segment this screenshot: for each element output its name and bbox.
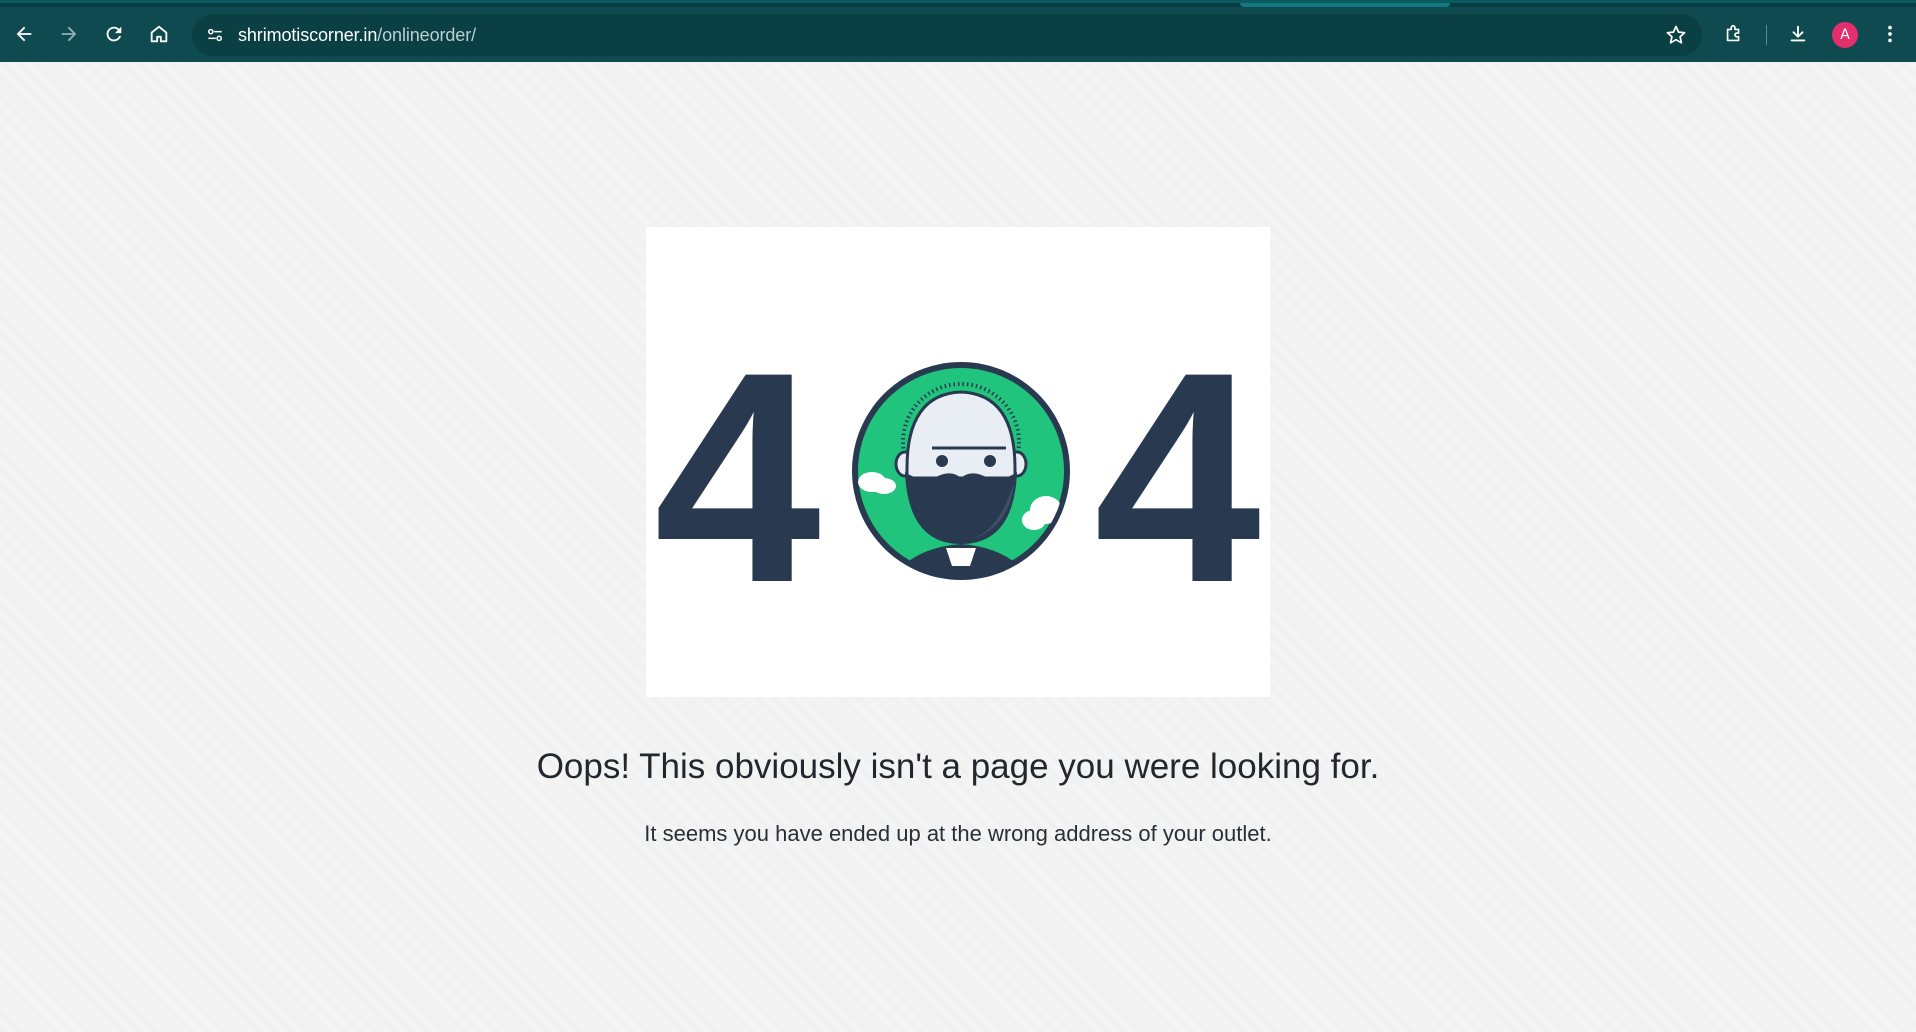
url-domain: shrimotiscorner.in [238,25,378,45]
download-icon [1790,25,1806,42]
browser-toolbar: shrimotiscorner.in/onlineorder/ A [0,0,1916,62]
more-menu-button[interactable] [1872,16,1908,52]
site-info-icon [208,28,222,42]
tab-strip [0,3,1916,7]
reload-button[interactable] [96,16,132,52]
profile-avatar[interactable]: A [1832,22,1858,48]
more-menu-icon [1888,25,1892,43]
downloads-button[interactable] [1780,16,1816,52]
bookmark-star-icon[interactable] [1664,23,1688,47]
address-bar[interactable]: shrimotiscorner.in/onlineorder/ [192,14,1702,56]
digit-four-left: 4 [654,309,821,645]
site-info-button[interactable] [200,20,230,50]
extensions-button[interactable] [1716,16,1752,52]
active-tab-indicator[interactable] [1240,3,1450,7]
error-illustration: 4 4 [646,227,1270,697]
extensions-icon [1726,24,1740,42]
reload-icon [106,26,122,42]
home-icon [150,25,168,43]
home-button[interactable] [141,16,177,52]
forward-button[interactable] [51,16,87,52]
url-path: /onlineorder/ [377,25,477,45]
error-subline: It seems you have ended up at the wrong … [644,821,1272,846]
back-icon [16,26,32,42]
page-content: 4 4 Oops! This obviously isn't a page yo… [0,62,1916,1032]
bearded-face-icon [852,362,1070,580]
forward-icon [61,26,77,42]
toolbar-divider [1766,25,1767,45]
back-button[interactable] [6,16,42,52]
url-text[interactable]: shrimotiscorner.in/onlineorder/ [238,25,476,46]
digit-four-right: 4 [1094,309,1261,645]
error-headline: Oops! This obviously isn't a page you we… [536,747,1380,786]
